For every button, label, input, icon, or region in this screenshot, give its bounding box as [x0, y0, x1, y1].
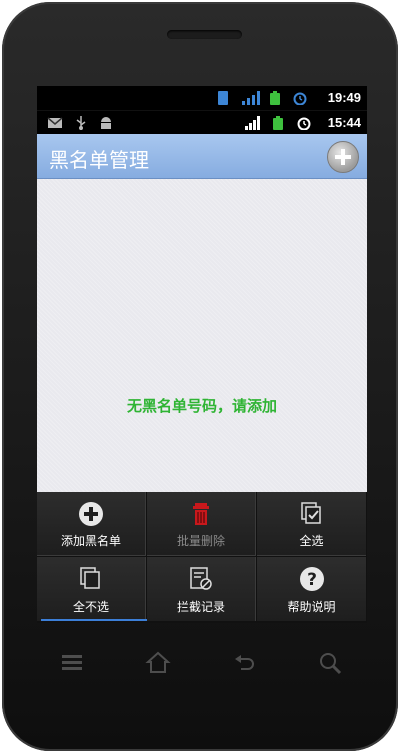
usb-icon: [76, 116, 86, 130]
select-all-icon: [300, 502, 321, 524]
menu-item-label: 全不选: [72, 600, 109, 614]
trash-icon: [193, 503, 209, 525]
screen: 19:49 15:44 黑名单管理 无黑名单号码，请添加 添加黑名单 批量删除 …: [37, 86, 367, 623]
menu-item-batch-delete[interactable]: 批量删除: [147, 492, 256, 556]
battery-icon: [273, 116, 283, 130]
plus-circle-icon: [79, 502, 103, 526]
help-icon: ?: [299, 567, 324, 591]
mail-icon: [47, 117, 63, 128]
empty-state-message: 无黑名单号码，请添加: [126, 397, 277, 415]
menu-key-icon[interactable]: [59, 650, 85, 676]
android-icon: [101, 117, 111, 129]
sim-icon: [218, 91, 228, 105]
deselect-all-icon: [80, 567, 100, 589]
menu-item-select-all[interactable]: 全选: [257, 492, 366, 556]
status-bar-inner: 15:44: [37, 110, 367, 135]
battery-icon: [270, 91, 280, 105]
menu-item-add-blacklist[interactable]: 添加黑名单: [37, 492, 146, 556]
speaker-grille: [167, 30, 242, 39]
menu-item-label: 添加黑名单: [60, 534, 121, 548]
status-time-outer: 19:49: [327, 90, 361, 105]
svg-text:?: ?: [307, 570, 317, 590]
hardware-keys: [37, 640, 367, 686]
add-blacklist-button[interactable]: [327, 141, 359, 173]
status-bar-outer: 19:49: [37, 86, 367, 110]
menu-item-label: 拦截记录: [176, 600, 225, 614]
back-key-icon[interactable]: [231, 650, 257, 676]
menu-item-help[interactable]: ? 帮助说明: [257, 557, 366, 621]
status-time-inner: 15:44: [327, 115, 361, 130]
menu-item-deselect-all[interactable]: 全不选: [37, 557, 155, 621]
alarm-icon: [293, 92, 307, 105]
home-key-icon[interactable]: [145, 650, 171, 676]
menu-item-label: 全选: [299, 534, 324, 548]
focus-indicator: [41, 619, 155, 621]
page-title: 黑名单管理: [49, 148, 149, 172]
menu-item-label: 批量删除: [176, 534, 225, 548]
app-title-bar: 黑名单管理: [37, 134, 367, 179]
menu-item-label: 帮助说明: [287, 600, 336, 614]
menu-item-block-log[interactable]: 拦截记录: [147, 557, 256, 621]
block-log-icon: [190, 567, 212, 590]
alarm-icon: [297, 117, 311, 130]
search-key-icon[interactable]: [317, 650, 343, 676]
options-menu: 添加黑名单 批量删除 全选 全不选 拦截记录 ? 帮助说明: [37, 492, 367, 623]
signal-icon: [242, 91, 260, 105]
signal-icon: [245, 116, 260, 130]
blacklist-list-area: 无黑名单号码，请添加: [37, 179, 367, 492]
